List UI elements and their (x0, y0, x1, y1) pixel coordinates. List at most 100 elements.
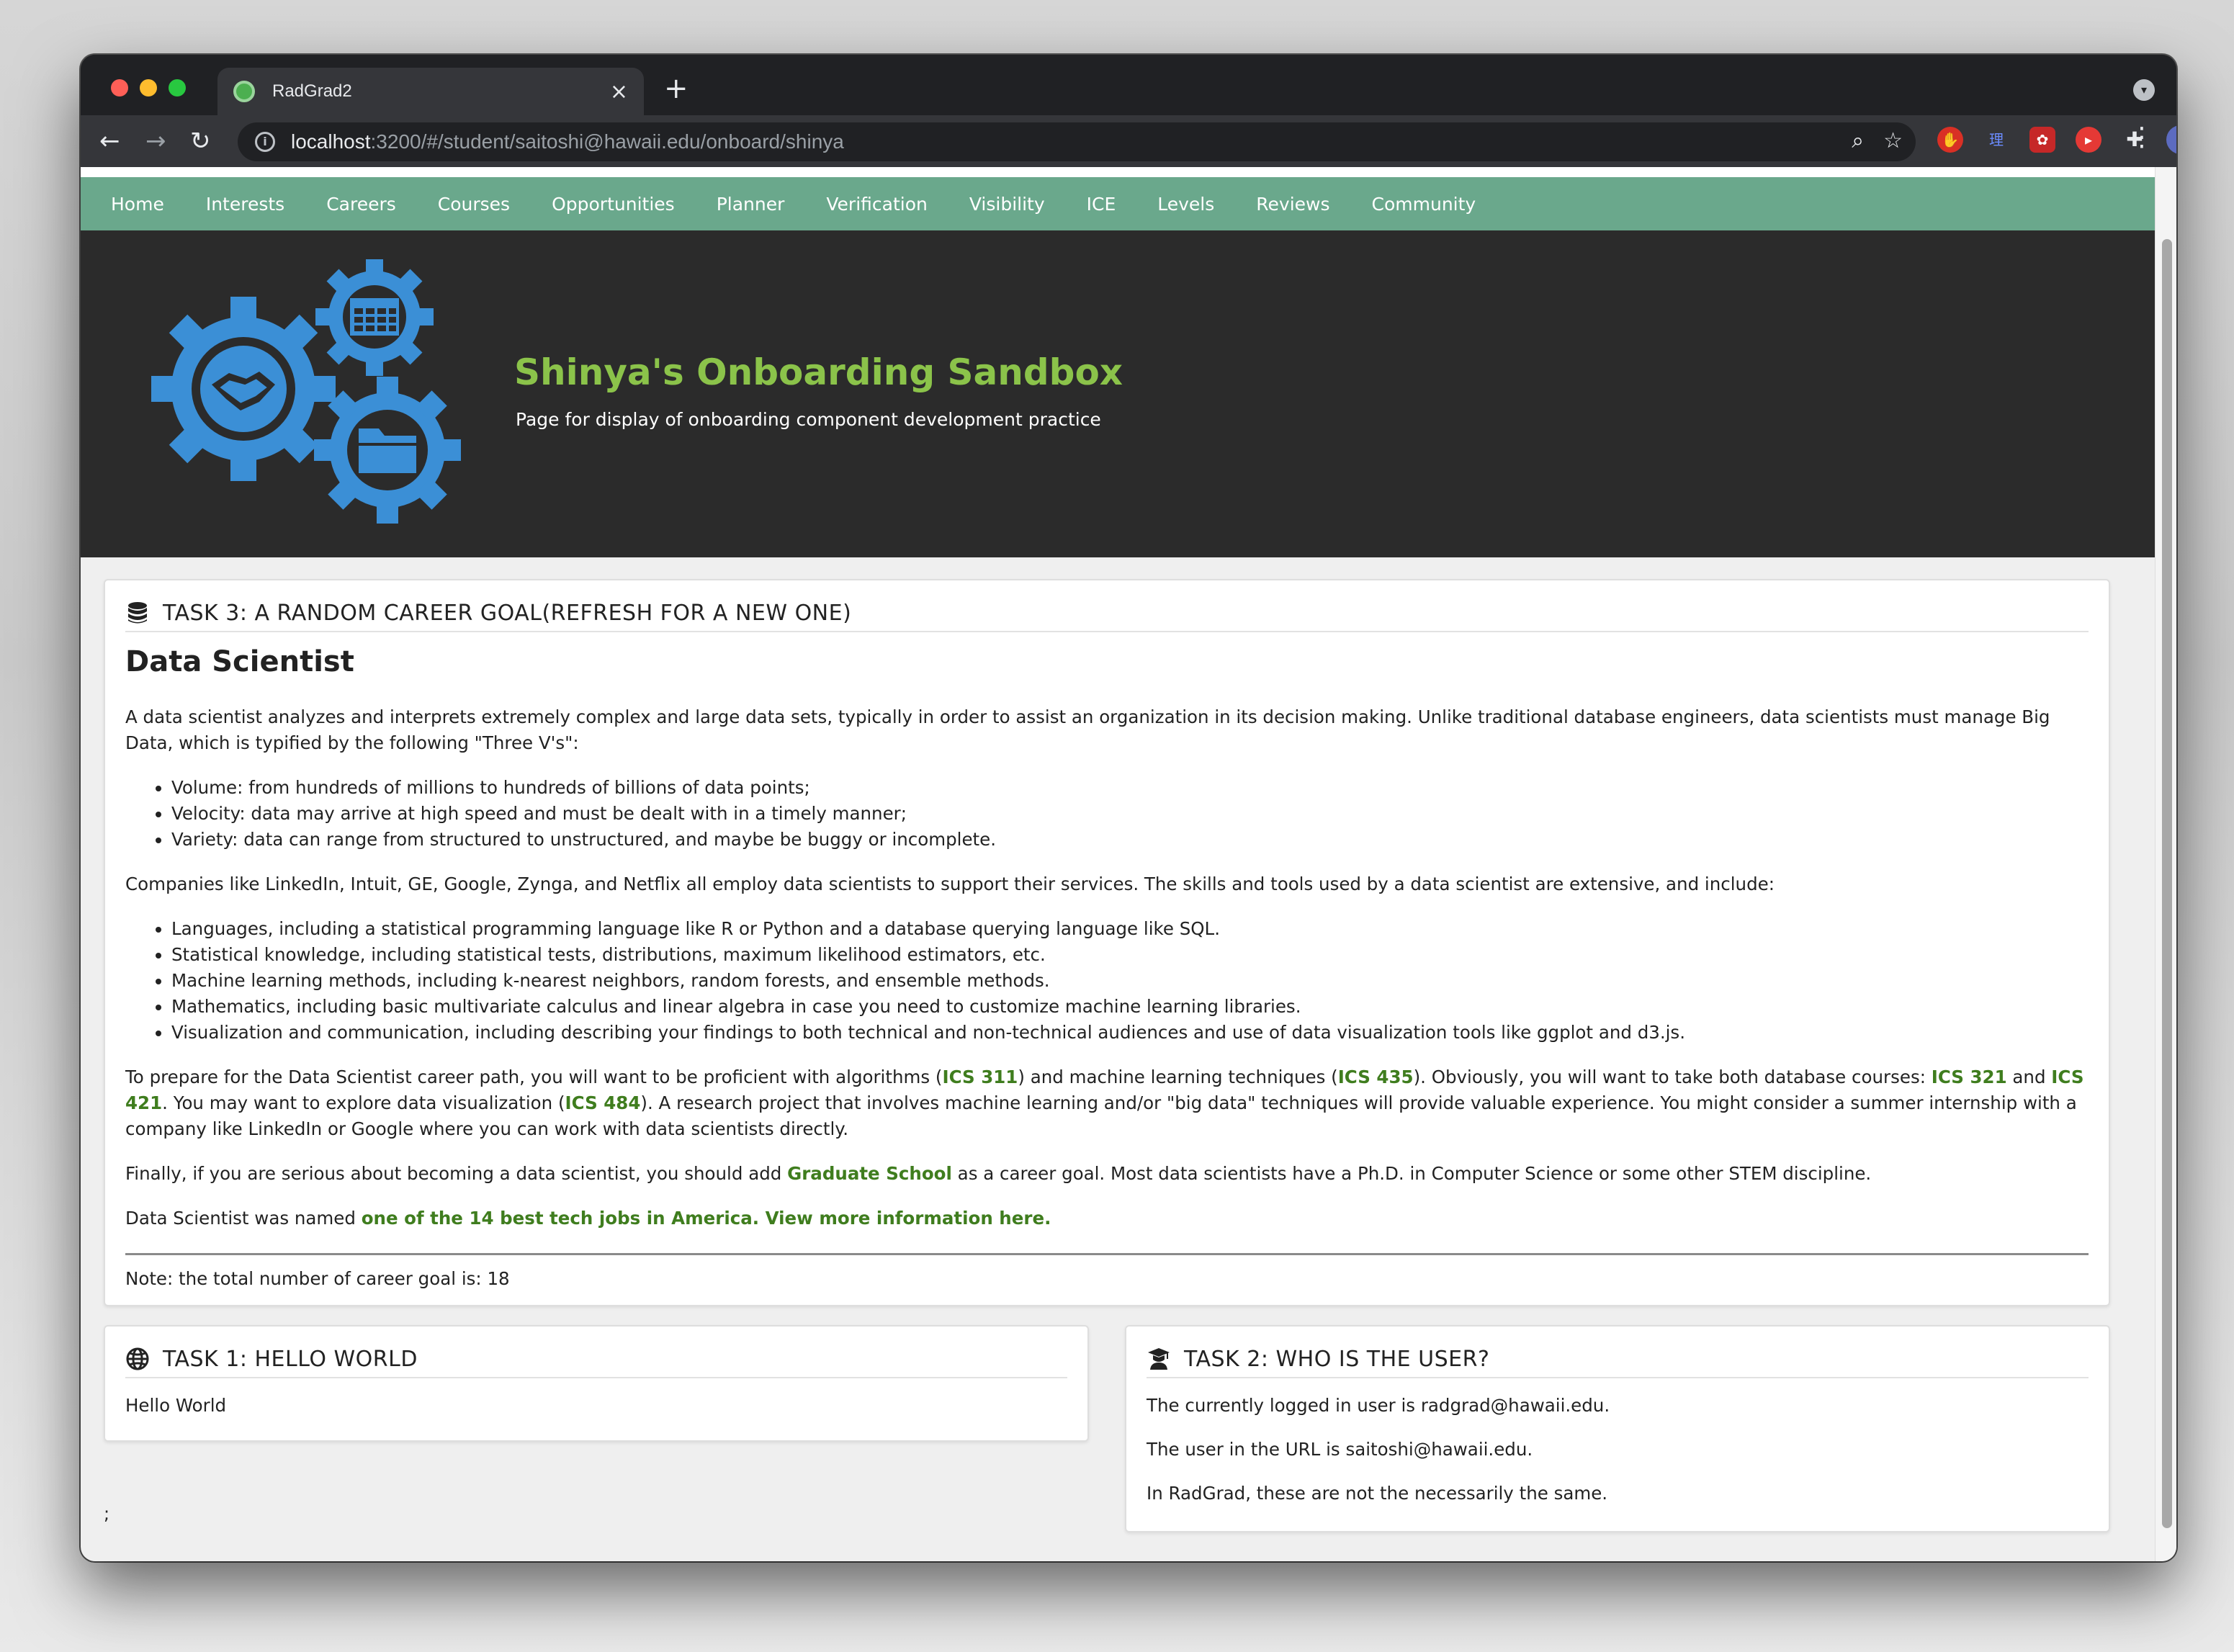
url-path: :3200/#/student/saitoshi@hawaii.edu/onbo… (370, 130, 844, 153)
browser-window: RadGrad2 × + ▾ ← → ↻ i localhost:3200/#/… (81, 55, 2176, 1561)
named-text: Data Scientist was named (125, 1208, 362, 1229)
prep-text: ) and machine learning techniques ( (1018, 1067, 1338, 1087)
list-item: Velocity: data may arrive at high speed … (171, 801, 2089, 827)
back-icon[interactable]: ← (99, 125, 120, 157)
prep-text: and (2006, 1067, 2052, 1087)
menu-careers[interactable]: Careers (326, 194, 396, 215)
user-note-text: In RadGrad, these are not the necessaril… (1147, 1483, 1608, 1504)
list-item: Visualization and communication, includi… (171, 1020, 2089, 1046)
graduate-icon (1148, 1348, 1170, 1370)
ics435-link[interactable]: ICS 435 (1338, 1067, 1414, 1087)
career-name: Data Scientist (125, 645, 354, 678)
list-item: Languages, including a statistical progr… (171, 916, 2089, 942)
final-paragraph: Finally, if you are serious about becomi… (125, 1161, 2089, 1187)
extension-video-icon[interactable]: ▸ (2076, 127, 2101, 153)
divider (125, 1253, 2089, 1255)
task3-title: TASK 3: A RANDOM CAREER GOAL(REFRESH FOR… (163, 600, 852, 626)
browser-menu-icon[interactable]: ⋮ (2129, 122, 2155, 152)
three-vs-list: Volume: from hundreds of millions to hun… (125, 775, 2089, 853)
logged-in-user-text: The currently logged in user is radgrad@… (1147, 1395, 1610, 1416)
list-item: Volume: from hundreds of millions to hun… (171, 775, 2089, 801)
browser-tab[interactable]: RadGrad2 × (217, 68, 644, 115)
bookmark-star-icon[interactable]: ☆ (1883, 128, 1903, 153)
gears-logo-icon (151, 259, 461, 524)
final-text: as a career goal. Most data scientists h… (951, 1163, 1872, 1184)
list-item: Mathematics, including basic multivariat… (171, 994, 2089, 1020)
ics321-link[interactable]: ICS 321 (1932, 1067, 2007, 1087)
prepare-paragraph: To prepare for the Data Scientist career… (125, 1064, 2089, 1142)
reload-icon[interactable]: ↻ (190, 125, 211, 157)
hello-world-text: Hello World (125, 1395, 227, 1416)
prep-text: ). Obviously, you will want to take both… (1413, 1067, 1932, 1087)
profile-avatar[interactable]: S (2166, 125, 2176, 154)
url-host: localhost (291, 130, 371, 153)
menu-ice[interactable]: ICE (1087, 194, 1116, 215)
companies-paragraph: Companies like LinkedIn, Intuit, GE, Goo… (125, 874, 1775, 894)
page-title: Shinya's Onboarding Sandbox (514, 351, 1123, 393)
prep-text: To prepare for the Data Scientist career… (125, 1067, 943, 1087)
tab-search-icon[interactable]: ▾ (2133, 79, 2155, 101)
list-item: Statistical knowledge, including statist… (171, 942, 2089, 968)
named-paragraph: Data Scientist was named one of the 14 b… (125, 1206, 2089, 1231)
top-strip (81, 167, 2155, 177)
menu-visibility[interactable]: Visibility (969, 194, 1045, 215)
tab-close-icon[interactable]: × (610, 79, 628, 104)
menu-verification[interactable]: Verification (826, 194, 927, 215)
list-item: Variety: data can range from structured … (171, 827, 2089, 853)
globe-icon (126, 1347, 149, 1370)
task2-header: TASK 2: WHO IS THE USER? (1147, 1341, 2089, 1378)
menu-levels[interactable]: Levels (1157, 194, 1214, 215)
ics484-link[interactable]: ICS 484 (565, 1092, 641, 1113)
career-intro: A data scientist analyzes and interprets… (125, 706, 2050, 753)
prep-text: . You may want to explore data visualiza… (162, 1092, 565, 1113)
best-jobs-link[interactable]: one of the 14 best tech jobs in America (362, 1208, 753, 1229)
main-menu: Home Interests Careers Courses Opportuni… (81, 177, 2155, 230)
url-text: localhost:3200/#/student/saitoshi@hawaii… (291, 130, 844, 153)
menu-reviews[interactable]: Reviews (1256, 194, 1329, 215)
scrollbar-thumb[interactable] (2162, 239, 2172, 1528)
site-info-icon[interactable]: i (255, 132, 275, 152)
task3-header: TASK 3: A RANDOM CAREER GOAL(REFRESH FOR… (125, 595, 2089, 632)
title-bar: RadGrad2 × + ▾ (81, 55, 2176, 115)
task1-header: TASK 1: HELLO WORLD (125, 1341, 1067, 1378)
page-banner: Shinya's Onboarding Sandbox Page for dis… (81, 230, 2155, 557)
maximize-window-button[interactable] (169, 79, 186, 96)
career-count-note: Note: the total number of career goal is… (125, 1268, 510, 1289)
favicon-icon (233, 81, 255, 102)
task2-title: TASK 2: WHO IS THE USER? (1184, 1346, 1490, 1372)
minimize-window-button[interactable] (140, 79, 157, 96)
forward-icon[interactable]: → (145, 125, 166, 157)
task1-title: TASK 1: HELLO WORLD (163, 1346, 418, 1372)
list-item: Machine learning methods, including k-ne… (171, 968, 2089, 994)
skills-list: Languages, including a statistical progr… (125, 916, 2089, 1046)
menu-opportunities[interactable]: Opportunities (552, 194, 675, 215)
task3-card: TASK 3: A RANDOM CAREER GOAL(REFRESH FOR… (104, 579, 2110, 1306)
database-icon (128, 602, 147, 624)
menu-home[interactable]: Home (111, 194, 164, 215)
extension-stop-icon[interactable]: ✋ (1937, 127, 1963, 153)
ics311-link[interactable]: ICS 311 (942, 1067, 1018, 1087)
final-text: Finally, if you are serious about becomi… (125, 1163, 788, 1184)
menu-interests[interactable]: Interests (206, 194, 284, 215)
address-bar[interactable]: i localhost:3200/#/student/saitoshi@hawa… (238, 122, 1916, 161)
page-subtitle: Page for display of onboarding component… (516, 409, 1101, 430)
graduate-school-link[interactable]: Graduate School (787, 1163, 952, 1184)
extension-translate-icon[interactable]: 理 (1983, 127, 2009, 153)
career-description: A data scientist analyzes and interprets… (125, 704, 2089, 1231)
stray-semicolon: ; (104, 1504, 110, 1524)
task2-card: TASK 2: WHO IS THE USER? The currently l… (1125, 1325, 2110, 1532)
url-user-text: The user in the URL is saitoshi@hawaii.e… (1147, 1439, 1533, 1460)
extension-puzzle-red-icon[interactable]: ✿ (2029, 127, 2055, 153)
new-tab-button[interactable]: + (664, 72, 688, 105)
page-viewport: Home Interests Careers Courses Opportuni… (81, 167, 2176, 1561)
more-info-link[interactable]: View more information here. (766, 1208, 1051, 1229)
task2-content: The currently logged in user is radgrad@… (1147, 1393, 2089, 1507)
zoom-icon[interactable]: ⌕ (1852, 128, 1864, 153)
page-scrollbar[interactable] (2155, 167, 2176, 1561)
named-separator: . (752, 1208, 766, 1229)
menu-planner[interactable]: Planner (717, 194, 785, 215)
menu-community[interactable]: Community (1372, 194, 1476, 215)
tab-title: RadGrad2 (272, 81, 352, 101)
close-window-button[interactable] (111, 79, 128, 96)
menu-courses[interactable]: Courses (438, 194, 510, 215)
